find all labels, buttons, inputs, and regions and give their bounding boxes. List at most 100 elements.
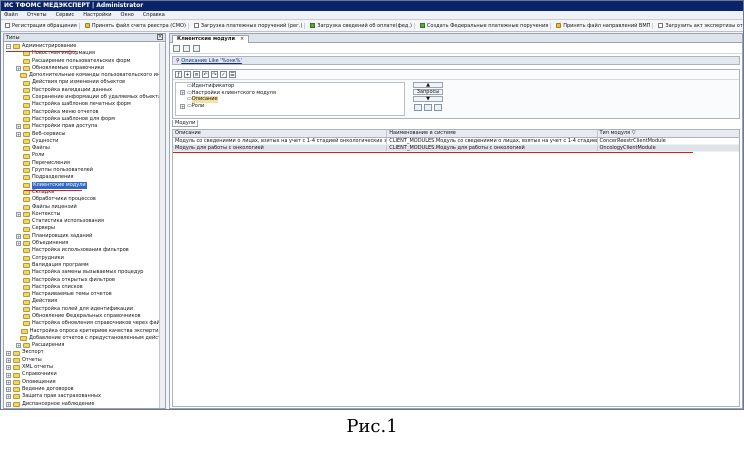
- toolbar-button[interactable]: Загрузка платежных поручений (рег.): [192, 22, 306, 29]
- menu-item[interactable]: Настройки: [83, 12, 111, 18]
- list-icon[interactable]: ☰: [229, 71, 236, 78]
- tree-item[interactable]: Настройка валидации данных: [4, 87, 165, 94]
- toolbar-button[interactable]: Загрузить акт экспертизы от СМО: [656, 23, 743, 29]
- tree-item[interactable]: + Защита прав застрахованных: [4, 393, 165, 400]
- column-header-system-name[interactable]: Наименование в системе: [387, 130, 598, 137]
- tree-item[interactable]: + Экспорт: [4, 349, 165, 356]
- toolbar-button[interactable]: Загрузка сведений об оплате(фед.): [308, 22, 415, 29]
- tree-item[interactable]: Группы пользователей: [4, 167, 165, 174]
- tree-item[interactable]: Настройка полей для идентификации: [4, 306, 165, 313]
- tree-scrollbar[interactable]: [159, 43, 165, 408]
- close-icon[interactable]: ×: [157, 34, 163, 40]
- redo-icon[interactable]: ↷: [211, 71, 218, 78]
- properties-icon[interactable]: [173, 44, 180, 52]
- menu-item[interactable]: Файл: [4, 12, 18, 18]
- tree-item[interactable]: Действия при изменении объектов: [4, 79, 165, 86]
- expander-icon[interactable]: −: [6, 44, 11, 50]
- tree-item[interactable]: Настройка меню отчетов: [4, 109, 165, 116]
- field-item[interactable]: ▭ Описание: [176, 96, 404, 103]
- expander-icon[interactable]: +: [16, 66, 21, 72]
- tab-client-modules[interactable]: Клиентские модули ×: [172, 35, 250, 43]
- add-condition-icon[interactable]: +: [184, 71, 191, 78]
- tree-item[interactable]: Настраиваемые темы отчетов: [4, 291, 165, 298]
- tree-item[interactable]: Файлы лицензий: [4, 204, 165, 211]
- expander-icon[interactable]: +: [6, 387, 11, 393]
- expander-icon[interactable]: +: [6, 372, 11, 378]
- tree-item[interactable]: + Обновляемые справочники: [4, 65, 165, 72]
- menu-item[interactable]: Окно: [121, 12, 134, 18]
- tree-item[interactable]: Сущности: [4, 138, 165, 145]
- tree-item[interactable]: + Настройки прав доступа: [4, 123, 165, 130]
- tree-item[interactable]: Статистика использования: [4, 218, 165, 225]
- expander-icon[interactable]: +: [16, 131, 21, 137]
- apply-icon[interactable]: ✓: [220, 71, 227, 78]
- tree-item[interactable]: Настройка списков: [4, 284, 165, 291]
- expander-icon[interactable]: +: [16, 211, 21, 217]
- field-item[interactable]: + ▭ Настройки клиентского модуля: [176, 90, 404, 97]
- tree-item[interactable]: + Планировщик заданий: [4, 233, 165, 240]
- tree-item[interactable]: Обработчики процессов: [4, 196, 165, 203]
- filter-expression[interactable]: Описание Like '%онк%': [181, 58, 242, 64]
- tree-item[interactable]: Серверы: [4, 225, 165, 232]
- expander-icon[interactable]: +: [180, 90, 185, 96]
- tree-item[interactable]: Перечисления: [4, 160, 165, 167]
- tree-item[interactable]: Сотрудники: [4, 255, 165, 262]
- toolbar-button[interactable]: Регистрация обращения: [3, 22, 80, 29]
- tree-item[interactable]: Настройка использования фильтров: [4, 247, 165, 254]
- expander-icon[interactable]: +: [16, 124, 21, 130]
- table-row[interactable]: Модуль для работы с онкологией CLIENT_MOD…: [173, 145, 739, 152]
- expander-icon[interactable]: +: [16, 241, 21, 247]
- refresh-icon[interactable]: [183, 44, 190, 52]
- close-icon[interactable]: ×: [240, 36, 244, 42]
- expander-icon[interactable]: +: [16, 233, 21, 239]
- expander-icon[interactable]: +: [6, 379, 11, 385]
- expander-icon[interactable]: +: [6, 365, 11, 371]
- expander-icon[interactable]: +: [180, 103, 185, 109]
- tree-item[interactable]: Расширение пользовательских форм: [4, 58, 165, 65]
- tree-item[interactable]: + XML отчеты: [4, 364, 165, 371]
- tree-item[interactable]: + Расширения: [4, 342, 165, 349]
- tree-item[interactable]: Роли: [4, 152, 165, 159]
- toolbar-button[interactable]: Принять файл направлений ВМП: [554, 22, 654, 29]
- table-icon[interactable]: [414, 104, 422, 111]
- column-header-module-type[interactable]: Тип модуля ▽: [598, 130, 740, 137]
- tree-item[interactable]: Подразделения: [4, 174, 165, 181]
- tree-item[interactable]: Добавление отчетов с предустановленным д…: [4, 335, 165, 342]
- expander-icon[interactable]: +: [16, 343, 21, 349]
- tree-item[interactable]: + Справочники: [4, 371, 165, 378]
- toolbar-button[interactable]: Создать Федеральные платежные поручения: [418, 22, 552, 29]
- column-header-description[interactable]: Описание: [173, 130, 388, 137]
- tree-item[interactable]: + Диспансерное наблюдение: [4, 401, 165, 408]
- tree-item[interactable]: Клиентские модули: [4, 181, 165, 189]
- expander-icon[interactable]: +: [6, 350, 11, 356]
- menu-item[interactable]: Сервис: [56, 12, 75, 18]
- tree-item[interactable]: Настройка замены вызываемых процедур: [4, 269, 165, 276]
- link-icon[interactable]: [424, 104, 432, 111]
- undo-icon[interactable]: ↶: [202, 71, 209, 78]
- expander-icon[interactable]: +: [6, 394, 11, 400]
- spin-down[interactable]: ▼: [413, 96, 443, 102]
- spin-up[interactable]: ▲: [413, 82, 443, 88]
- table-row[interactable]: Модуль со сведениями о лицах, взятых на …: [173, 138, 739, 145]
- tab-modules[interactable]: Модули: [172, 120, 199, 127]
- function-icon[interactable]: ƒ: [175, 71, 182, 78]
- expander-icon[interactable]: +: [6, 357, 11, 363]
- group-icon[interactable]: ≡: [193, 71, 200, 78]
- menu-item[interactable]: Отчеты: [27, 12, 47, 18]
- tree-item[interactable]: − Администрирование: [4, 43, 165, 50]
- tree-item[interactable]: Действия: [4, 298, 165, 305]
- expander-icon[interactable]: +: [6, 401, 11, 407]
- tree-item[interactable]: Файлы: [4, 145, 165, 152]
- tree-item[interactable]: + Контексты: [4, 211, 165, 218]
- tree-icon[interactable]: [434, 104, 442, 111]
- tree-item[interactable]: + Отчеты: [4, 357, 165, 364]
- field-item[interactable]: ▭ Идентификатор: [176, 83, 404, 90]
- tree-item[interactable]: Настройка открытых фильтров: [4, 277, 165, 284]
- tree-item[interactable]: Настройка опроса критериев качества эксп…: [4, 328, 165, 335]
- toolbar-button[interactable]: Принять файл счета реестра (СМО): [83, 22, 189, 29]
- field-item[interactable]: + ▭ Роли: [176, 103, 404, 110]
- export-icon[interactable]: [193, 44, 200, 52]
- tree-item[interactable]: + Ведение договоров: [4, 386, 165, 393]
- tree-item[interactable]: + Веб-сервисы: [4, 131, 165, 138]
- tree-item[interactable]: Настройка шаблонов печатных форм: [4, 101, 165, 108]
